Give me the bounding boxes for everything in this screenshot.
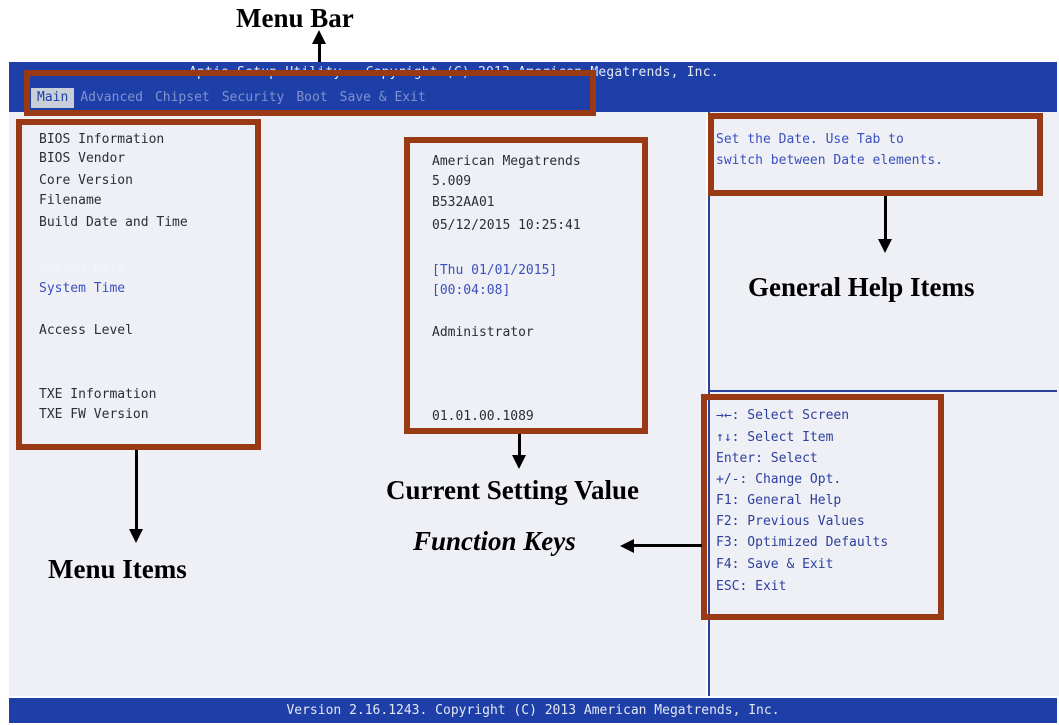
menu-bar-arrow-head <box>312 30 326 44</box>
bios-footer: Version 2.16.1243. Copyright (C) 2013 Am… <box>9 698 1057 723</box>
function-keys-annotation: Function Keys <box>413 526 576 556</box>
general-help-highlight-box <box>708 113 1043 196</box>
current-setting-arrow-line <box>518 434 521 456</box>
general-help-arrow-line <box>884 196 887 240</box>
function-keys-highlight-box <box>701 394 944 620</box>
current-setting-value-highlight-box <box>404 137 648 434</box>
menu-bar-highlight-box <box>24 70 596 116</box>
menu-items-arrow-head <box>129 529 143 543</box>
function-keys-arrow-head <box>620 539 634 553</box>
general-help-arrow-head <box>878 239 892 253</box>
current-setting-arrow-head <box>512 455 526 469</box>
menu-items-annotation: Menu Items <box>48 554 187 584</box>
general-help-items-annotation: General Help Items <box>748 272 975 302</box>
function-keys-arrow-line <box>634 544 702 547</box>
menu-items-arrow-line <box>135 450 138 530</box>
help-divider <box>710 390 1057 392</box>
current-setting-value-annotation: Current Setting Value <box>386 475 640 505</box>
menu-items-highlight-box <box>16 119 261 450</box>
menu-bar-annotation: Menu Bar <box>236 3 354 33</box>
